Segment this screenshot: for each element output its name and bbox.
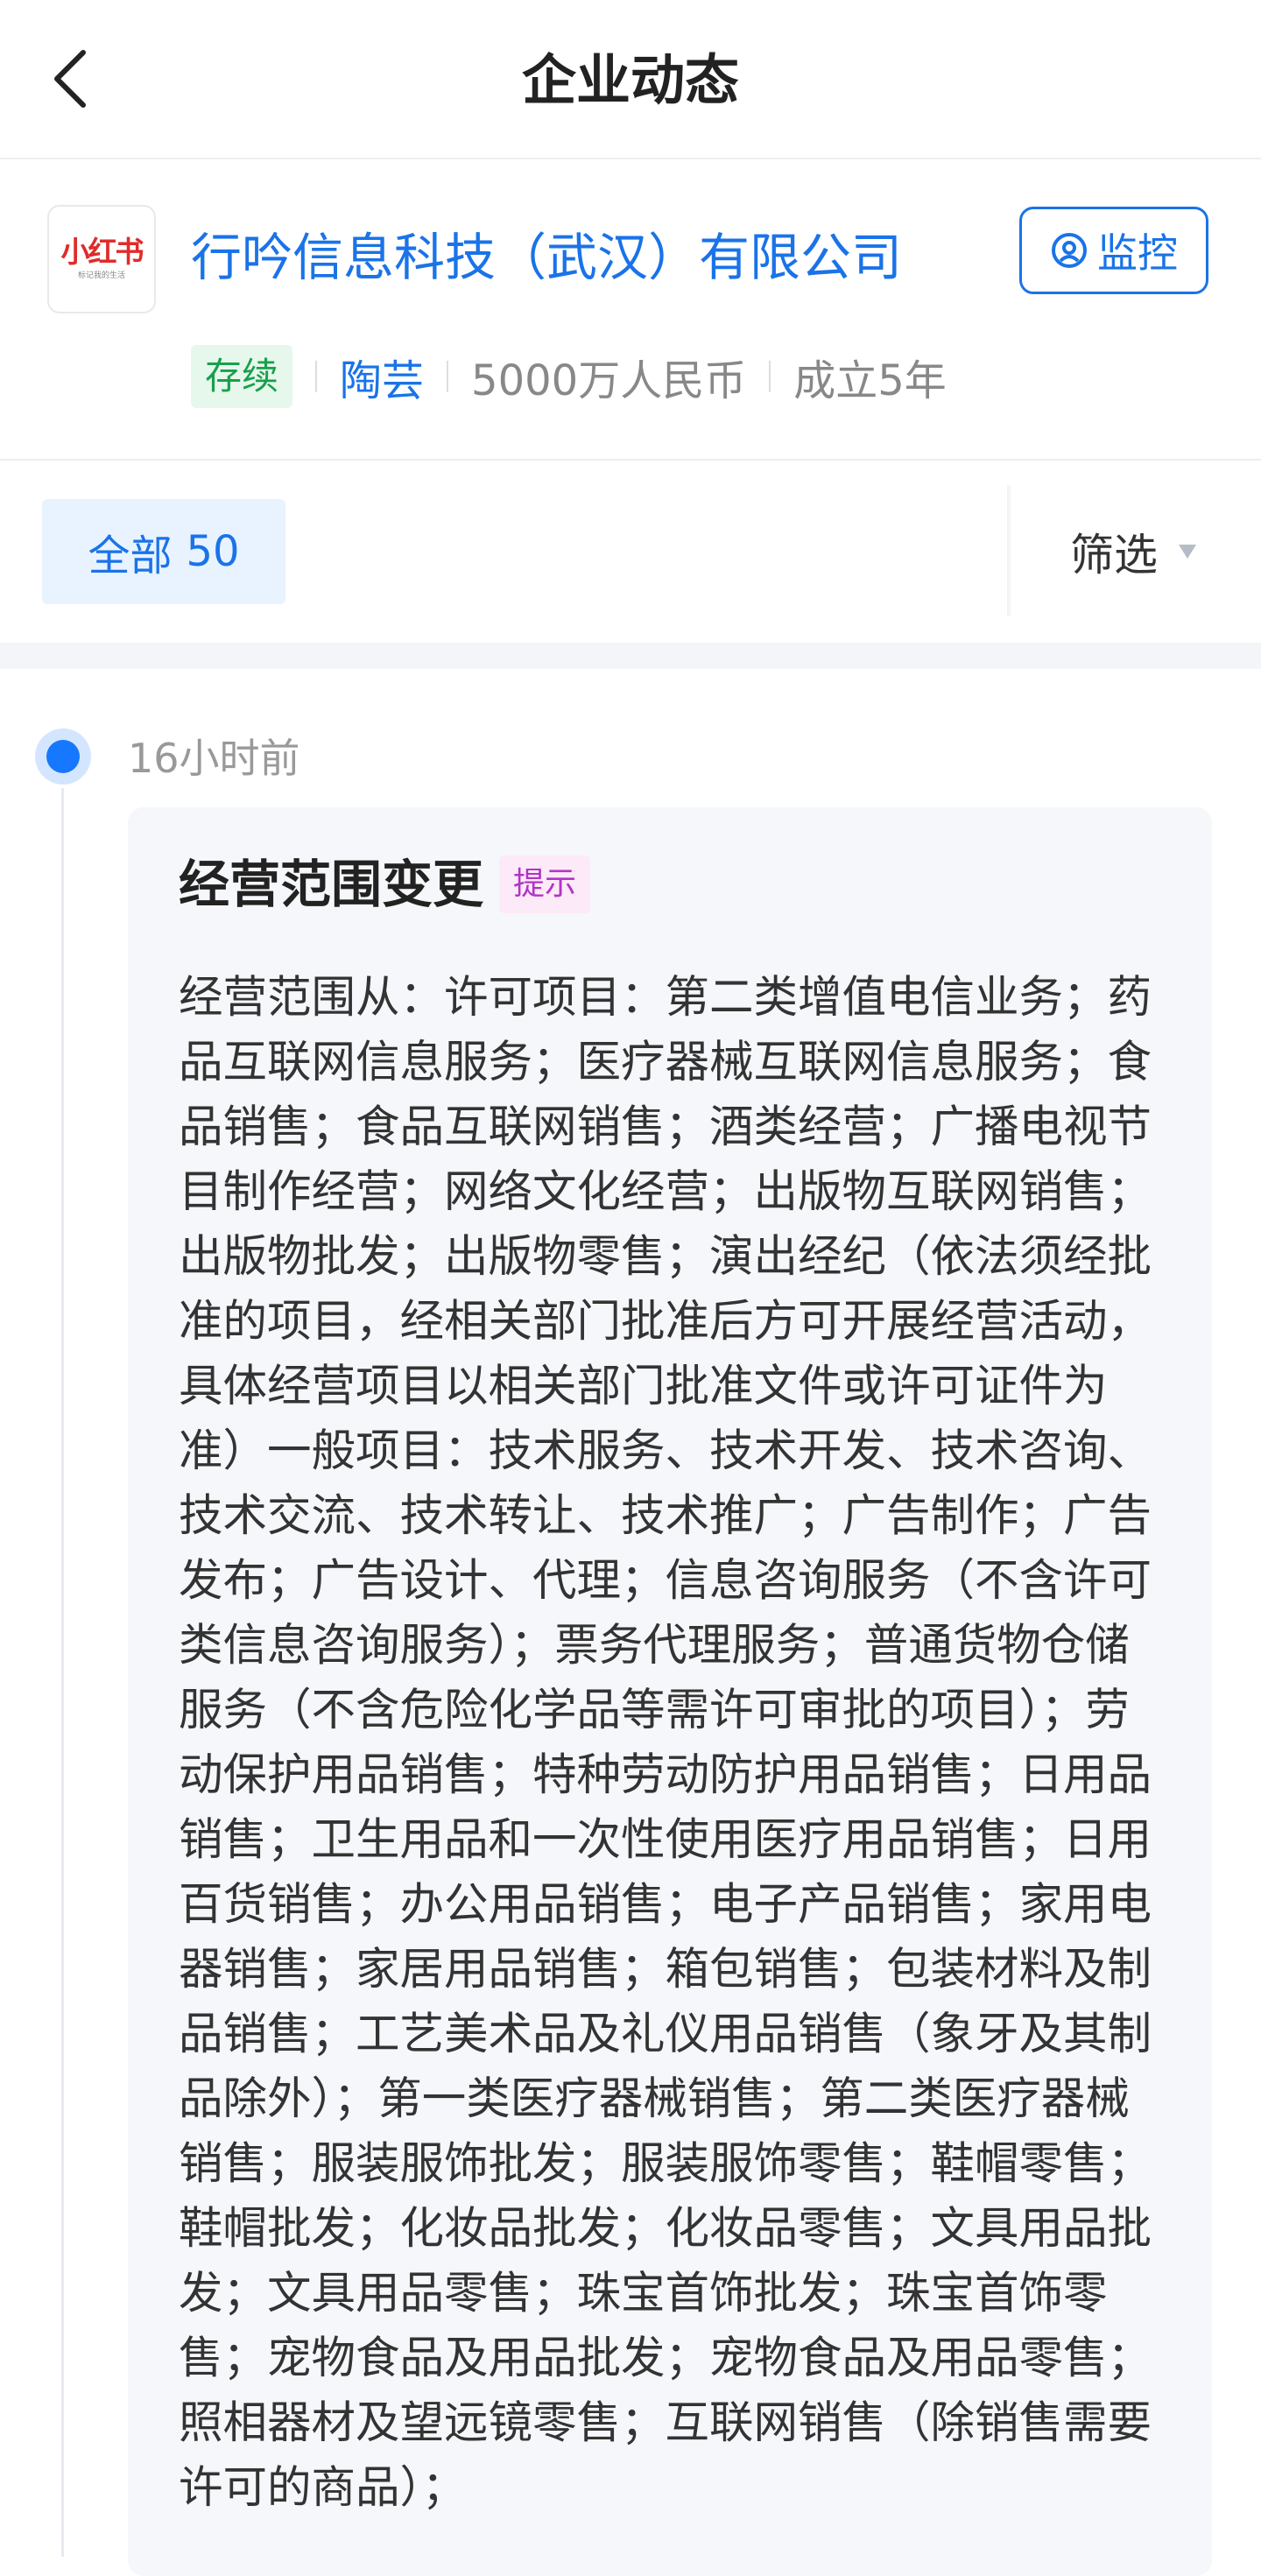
hint-badge: 提示 [499, 855, 591, 913]
legal-representative-link[interactable]: 陶芸 [340, 346, 424, 407]
monitor-button[interactable]: 监控 [1019, 207, 1208, 294]
logo-subtext: 标记我的生活 [77, 271, 125, 280]
timeline-dot [35, 728, 91, 785]
filter-divider [1007, 485, 1012, 616]
company-logo: 小红书 标记我的生活 [47, 205, 156, 313]
filter-bar: 全部 50 筛选 [0, 461, 1261, 643]
section-gap [0, 643, 1261, 669]
filter-label: 筛选 [1070, 530, 1158, 581]
tab-all[interactable]: 全部 50 [42, 499, 285, 604]
company-card: 小红书 标记我的生活 行吟信息科技（武汉）有限公司 监控 存续 陶芸 5000万… [0, 159, 1261, 461]
divider [315, 361, 318, 392]
filter-button[interactable]: 筛选 [1070, 517, 1198, 587]
monitor-eye-icon [1052, 233, 1087, 268]
event-time: 16小时前 [128, 735, 300, 782]
company-name[interactable]: 行吟信息科技（武汉）有限公司 [191, 222, 902, 292]
registered-capital: 5000万人民币 [471, 356, 747, 405]
event-header: 经营范围变更 提示 [179, 849, 591, 919]
event-card[interactable]: 经营范围变更 提示 经营范围从：许可项目：第二类增值电信业务；药品互联网信息服务… [128, 807, 1212, 2576]
timeline-dot-inner [46, 740, 80, 773]
event-content: 经营范围从：许可项目：第二类增值电信业务；药品互联网信息服务；医疗器械互联网信息… [179, 971, 1152, 2513]
monitor-label: 监控 [1097, 229, 1178, 277]
timeline-line [61, 788, 64, 2557]
page-title: 企业动态 [521, 48, 739, 112]
event-title: 经营范围变更 [179, 855, 484, 914]
status-badge: 存续 [191, 345, 293, 408]
company-tags: 存续 陶芸 5000万人民币 成立5年 [191, 341, 947, 412]
divider [447, 361, 449, 392]
established-years: 成立5年 [793, 356, 947, 405]
tab-all-label: 全部 [88, 531, 173, 581]
divider [769, 361, 771, 392]
tab-all-count: 50 [186, 527, 240, 576]
top-navigation-bar: 企业动态 [0, 0, 1261, 159]
triangle-down-icon [1179, 545, 1196, 559]
logo-text: 小红书 [60, 235, 144, 269]
